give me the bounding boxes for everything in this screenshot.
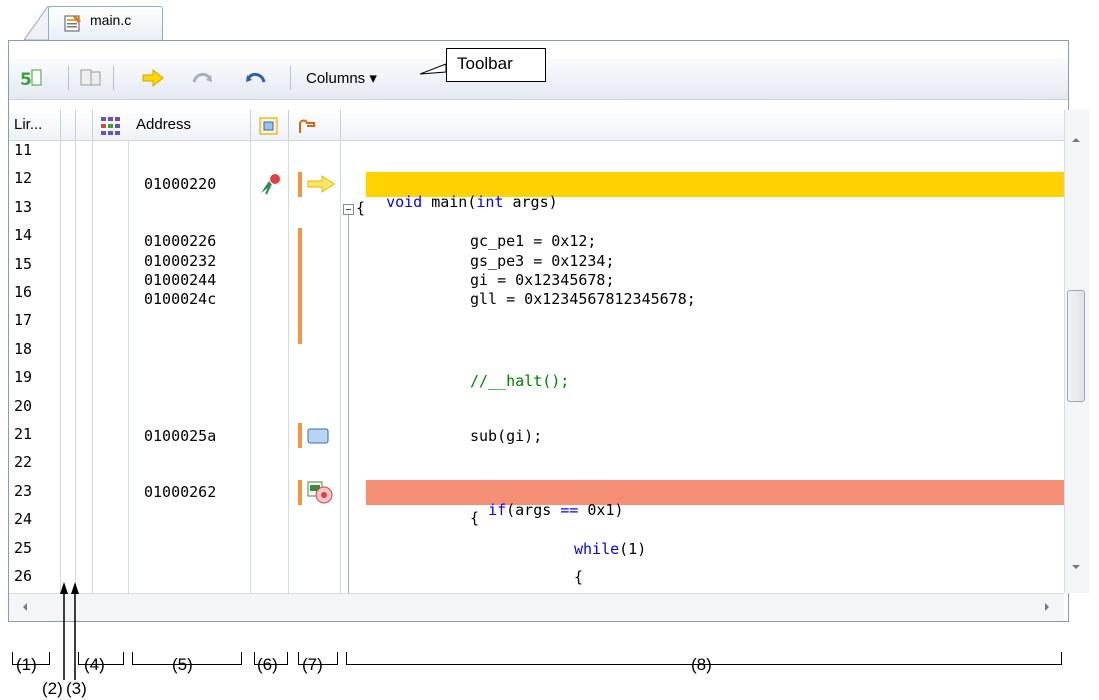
code-line-23: if(args == 0x1) <box>488 501 624 519</box>
line-number: 15 <box>14 254 33 273</box>
main-area-icon[interactable] <box>296 116 318 136</box>
code-line-21: sub(gi); <box>470 427 543 445</box>
code-line-19: //__halt(); <box>470 372 570 390</box>
address-row: 01000226 <box>144 232 217 250</box>
code-line-12: void main(int args) <box>386 193 558 211</box>
line-number: 18 <box>14 339 33 358</box>
event-marker-icon[interactable] <box>258 172 284 196</box>
line-number: 21 <box>14 425 33 443</box>
toolbar-separator <box>68 66 69 90</box>
label-8: (8) <box>691 655 712 674</box>
header-address[interactable]: Address <box>136 116 191 133</box>
code-line-15: gs_pe3 = 0x1234; <box>470 252 615 270</box>
code-line-17: gll = 0x1234567812345678; <box>470 290 696 308</box>
forward-icon[interactable] <box>190 66 216 90</box>
svg-text:5: 5 <box>20 70 32 90</box>
toolbar-separator <box>113 66 114 90</box>
address-grid-icon <box>101 117 120 135</box>
event-column-icon[interactable] <box>258 116 280 136</box>
source-display-icon[interactable]: 5 <box>18 66 44 90</box>
code-line-26: { <box>574 568 584 586</box>
orange-bar-marker <box>298 423 302 448</box>
current-pc-icon[interactable] <box>140 66 166 90</box>
code-line-25: while(1) <box>574 540 647 558</box>
current-pc-arrow-icon <box>307 175 335 193</box>
toolbar-separator <box>290 66 291 90</box>
address-row: 0100025a <box>144 427 217 445</box>
c-source-file-icon <box>64 15 81 32</box>
line-number: 11 <box>14 141 33 159</box>
callout-arrows <box>60 582 79 680</box>
label-1: (1) <box>16 655 37 674</box>
line-number: 12 <box>14 169 33 188</box>
line-number: 24 <box>14 510 33 529</box>
tab-label: main.c <box>90 12 132 28</box>
scroll-left-arrow-icon[interactable] <box>18 600 32 614</box>
address-row: 01000232 <box>144 252 217 270</box>
code-line-14: gc_pe1 = 0x12; <box>470 232 597 250</box>
line-number: 14 <box>14 226 33 245</box>
address-row: 0100024c <box>144 290 217 308</box>
scroll-right-arrow-icon[interactable] <box>1040 600 1054 614</box>
scroll-up-arrow-icon[interactable] <box>1070 135 1082 145</box>
orange-bar-marker <box>298 480 302 505</box>
label-6: (6) <box>257 655 278 674</box>
orange-bar-marker <box>298 228 302 344</box>
line-number: 26 <box>14 567 33 585</box>
code-line-24: { <box>470 509 480 527</box>
disassemble-display-icon[interactable] <box>78 66 104 90</box>
toolbar-callout-label: Toolbar <box>457 54 513 73</box>
line-number: 19 <box>14 368 33 387</box>
line-number: 22 <box>14 453 33 472</box>
bookmark-icon[interactable] <box>306 426 332 446</box>
line-number: 23 <box>14 481 33 500</box>
line-number: 17 <box>14 311 33 330</box>
back-icon[interactable] <box>242 66 268 90</box>
label-5: (5) <box>172 655 193 674</box>
fold-marker[interactable] <box>342 203 356 603</box>
line-number: 20 <box>14 396 33 415</box>
address-row: 01000262 <box>144 483 217 501</box>
label-2: (2) <box>42 679 63 698</box>
scroll-down-arrow-icon[interactable] <box>1070 562 1082 572</box>
orange-bar-marker <box>298 172 302 197</box>
address-row: 01000244 <box>144 271 217 289</box>
line-number: 16 <box>14 283 33 301</box>
label-4: (4) <box>84 655 105 674</box>
breakpoint-icon[interactable] <box>306 480 334 506</box>
columns-dropdown[interactable]: Columns ▾ <box>306 69 377 87</box>
header-line-number[interactable]: Lir... <box>14 116 42 133</box>
label-7: (7) <box>302 655 323 674</box>
line-number: 13 <box>14 197 33 216</box>
vertical-scrollbar-thumb[interactable] <box>1067 290 1085 402</box>
label-3: (3) <box>66 679 87 698</box>
code-line-16: gi = 0x12345678; <box>470 271 615 289</box>
address-row: 01000220 <box>144 175 217 193</box>
horizontal-scrollbar[interactable] <box>9 593 1064 621</box>
code-line-13: { <box>356 199 366 217</box>
line-number: 25 <box>14 538 33 557</box>
